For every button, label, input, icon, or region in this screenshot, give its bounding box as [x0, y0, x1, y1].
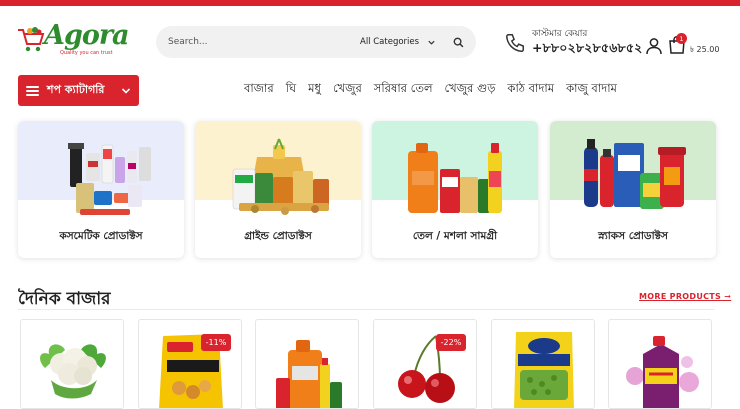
customer-care-phone: +৮৮০২৮২৮৫৬৮৫২	[532, 40, 643, 55]
category-card-label: কসমেটিক প্রোডাক্টস	[59, 230, 143, 242]
site-header: Agora Quality you can trust All Categori…	[0, 6, 740, 70]
product-card-cherry[interactable]: -22%	[373, 319, 477, 409]
australian-peas-image	[514, 332, 574, 408]
discount-badge: -11%	[201, 334, 231, 351]
search-button[interactable]	[446, 30, 470, 54]
user-icon	[646, 38, 662, 55]
product-card-cauliflower[interactable]	[20, 319, 124, 409]
nav-item-cashew[interactable]: কাজু বাদাম	[566, 80, 617, 99]
nav-item-honey[interactable]: মধু	[308, 80, 321, 99]
phone-icon	[506, 34, 524, 52]
nav-item-mustard-oil[interactable]: সরিষার তেল	[374, 80, 433, 99]
cosmetics-products-image	[68, 143, 151, 215]
oil-spices-product-image	[276, 340, 342, 408]
section-divider	[18, 309, 715, 310]
nav-item-bazar[interactable]: বাজার	[244, 80, 274, 99]
search-icon	[453, 37, 463, 47]
brand-logo[interactable]: Agora Quality you can trust	[16, 20, 130, 60]
xtra-bottle-image	[626, 336, 699, 408]
chevron-down-icon	[428, 40, 435, 45]
category-card-label: স্ন্যাকস প্রোডাক্টস	[598, 230, 668, 242]
product-card-oil-spices[interactable]	[255, 319, 359, 409]
account-button[interactable]	[644, 36, 664, 56]
category-card-snacks[interactable]: স্ন্যাকস প্রোডাক্টস	[550, 121, 716, 258]
grind-products-image	[232, 138, 329, 215]
category-card-oil-spices[interactable]: তেল / মশলা সামগ্রী	[372, 121, 538, 258]
brand-tagline: Quality you can trust	[60, 50, 113, 56]
shop-categories-label: শপ ক্যাটাগরি	[47, 83, 105, 96]
product-card-australian-peas[interactable]	[491, 319, 595, 409]
product-card-xtra[interactable]	[608, 319, 712, 409]
chevron-down-icon	[121, 87, 131, 94]
cart-count-badge: 1	[676, 33, 687, 44]
snacks-products-image	[584, 139, 686, 209]
nav-item-peanuts[interactable]: কাঠ বাদাম	[507, 80, 554, 99]
category-card-cosmetics[interactable]: কসমেটিক প্রোডাক্টস	[18, 121, 184, 258]
nav-item-ghee[interactable]: ঘি	[286, 80, 296, 99]
category-select[interactable]: All Categories	[352, 26, 444, 58]
category-card-label: তেল / মশলা সামগ্রী	[412, 230, 498, 242]
more-products-link[interactable]: MORE PRODUCTS ➞	[639, 292, 731, 301]
hamburger-menu-icon	[26, 85, 39, 96]
cart-total: ৳ 25.00	[690, 45, 720, 54]
main-navigation: বাজার ঘি মধু খেজুর সরিষার তেল খেজুর গুড়…	[244, 80, 617, 99]
nav-item-dates[interactable]: খেজুর	[333, 80, 362, 99]
cauliflower-image	[40, 344, 106, 399]
oil-spices-image	[408, 143, 502, 213]
category-card-label: গ্রাইন্ড প্রোডাক্টস	[244, 230, 312, 242]
search-bar: All Categories	[156, 26, 476, 58]
category-select-value: All Categories	[360, 37, 420, 47]
category-card-grind[interactable]: গ্রাইন্ড প্রোডাক্টস	[195, 121, 361, 258]
discount-badge: -22%	[436, 334, 466, 351]
customer-care[interactable]: কাস্টমার কেয়ার +৮৮০২৮২৮৫৬৮৫২	[504, 24, 642, 60]
product-card-mccain-roast[interactable]: -11%	[138, 319, 242, 409]
nav-item-date-molasses[interactable]: খেজুর গুড়	[445, 80, 496, 99]
search-input[interactable]	[168, 33, 338, 51]
shop-categories-button[interactable]: শপ ক্যাটাগরি	[18, 75, 139, 106]
logo-cart-icon	[18, 27, 45, 52]
brand-name: Agora	[44, 20, 130, 51]
customer-care-label: কাস্টমার কেয়ার	[532, 29, 588, 39]
